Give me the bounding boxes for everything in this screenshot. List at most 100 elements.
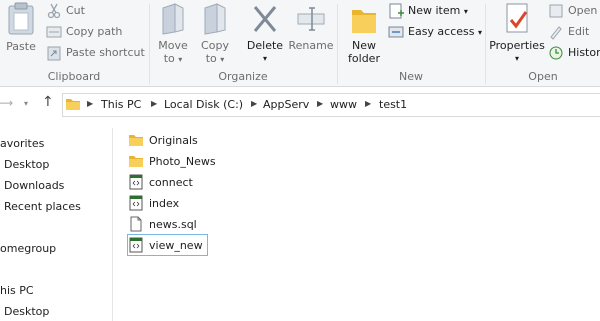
up-arrow-icon[interactable]: ↑: [42, 94, 54, 110]
list-item[interactable]: news.sql: [128, 214, 197, 234]
address-bar-row: ⟶ ▾ ↑ ▶ This PC ▶ Local Disk (C:) ▶ AppS…: [0, 92, 600, 117]
nav-item-homegroup[interactable]: omegroup: [0, 242, 56, 255]
paste-button[interactable]: Paste: [2, 2, 40, 53]
properties-icon: [506, 3, 528, 33]
list-item-selected[interactable]: view_new: [127, 234, 208, 256]
organize-group-label: Organize: [218, 70, 268, 83]
easy-access-icon: [388, 24, 404, 40]
file-name: news.sql: [149, 217, 197, 231]
paste-shortcut-button[interactable]: Paste shortcut: [46, 43, 145, 63]
navigation-pane: avorites Desktop Downloads Recent places…: [0, 128, 113, 321]
list-item[interactable]: index: [128, 193, 179, 213]
paste-shortcut-icon: [46, 45, 62, 61]
breadcrumb-chevron-icon[interactable]: ▶: [251, 99, 257, 108]
recent-locations-chevron-icon[interactable]: ▾: [24, 99, 28, 108]
file-name: Photo_News: [149, 154, 216, 168]
file-name: view_new: [149, 238, 203, 252]
list-item[interactable]: Originals: [128, 130, 198, 150]
new-item-button[interactable]: New item ▾: [388, 1, 468, 21]
organize-group: Move to ▾ Copy to ▾ Delete ▾ Rename Orga…: [150, 0, 336, 86]
folder-icon: [129, 135, 143, 146]
open-label: Open: [568, 4, 598, 17]
breadcrumb-appserv[interactable]: AppServ: [263, 98, 309, 111]
nav-item-desktop[interactable]: Desktop: [4, 158, 49, 171]
cut-button[interactable]: Cut: [46, 1, 85, 21]
breadcrumb-test1[interactable]: test1: [379, 98, 407, 111]
list-item[interactable]: connect: [128, 172, 193, 192]
php-file-icon: [129, 195, 143, 211]
new-folder-label: New: [352, 39, 376, 52]
scissors-icon: [46, 3, 62, 19]
breadcrumb-www[interactable]: www: [330, 98, 357, 111]
file-name: Originals: [149, 133, 198, 147]
clipboard-group-label: Clipboard: [47, 70, 101, 83]
list-item[interactable]: Photo_News: [128, 151, 216, 171]
edit-icon: [548, 24, 564, 40]
new-item-icon: [388, 3, 404, 19]
chevron-down-icon: ▾: [178, 55, 183, 64]
copy-to-label: Copy: [201, 39, 229, 52]
file-name: connect: [149, 175, 193, 189]
history-button[interactable]: History: [548, 43, 600, 63]
easy-access-button[interactable]: Easy access ▾: [388, 22, 482, 42]
rename-label: Rename: [288, 39, 334, 52]
nav-item-favorites[interactable]: avorites: [0, 137, 44, 150]
nav-item-this-pc-desktop[interactable]: Desktop: [4, 305, 49, 318]
delete-button[interactable]: Delete ▾: [244, 2, 286, 65]
copy-path-button[interactable]: Copy path: [46, 22, 122, 42]
move-to-icon: [162, 3, 184, 35]
rename-button[interactable]: Rename: [288, 2, 334, 52]
chevron-down-icon: ▾: [220, 55, 225, 64]
history-icon: [548, 45, 564, 61]
open-group-label: Open: [528, 70, 558, 83]
nav-item-this-pc[interactable]: his PC: [0, 284, 34, 297]
breadcrumb-chevron-icon[interactable]: ▶: [151, 99, 157, 108]
edit-label: Edit: [568, 25, 590, 38]
copy-path-label: Copy path: [66, 25, 123, 38]
breadcrumb-chevron-icon[interactable]: ▶: [87, 99, 93, 108]
php-file-icon: [129, 237, 143, 253]
nav-item-downloads[interactable]: Downloads: [4, 179, 64, 192]
breadcrumb-chevron-icon[interactable]: ▶: [317, 99, 323, 108]
folder-icon: [66, 99, 80, 110]
delete-label: Delete: [246, 39, 284, 52]
clipboard-group: Paste Cut Copy path Paste shortcut Clipb…: [0, 0, 148, 86]
properties-label: Properties: [489, 39, 545, 52]
open-button[interactable]: Open: [548, 1, 597, 21]
edit-button[interactable]: Edit: [548, 22, 589, 42]
easy-access-label: Easy access: [408, 25, 475, 38]
blank-file-icon: [130, 216, 142, 232]
new-group-label: New: [399, 70, 423, 83]
address-breadcrumb[interactable]: ▶ This PC ▶ Local Disk (C:) ▶ AppServ ▶ …: [62, 93, 600, 117]
delete-x-icon: [253, 6, 277, 32]
breadcrumb-this-pc[interactable]: This PC: [101, 98, 141, 111]
history-label: History: [568, 46, 600, 59]
file-name: index: [149, 196, 180, 210]
chevron-down-icon: ▾: [262, 54, 267, 63]
properties-button[interactable]: Properties ▾: [488, 2, 546, 65]
nav-item-recent-places[interactable]: Recent places: [4, 200, 81, 213]
move-to-button[interactable]: Move to ▾: [154, 2, 192, 66]
move-to-label-2: to: [163, 52, 175, 65]
clipboard-icon: [8, 2, 34, 35]
open-group: Properties ▾ Open Edit History Open: [486, 0, 600, 86]
copy-to-icon: [204, 3, 226, 35]
paste-label: Paste: [6, 40, 36, 53]
rename-icon: [297, 7, 325, 31]
folder-icon: [129, 156, 143, 167]
cut-label: Cut: [66, 4, 85, 17]
copy-to-button[interactable]: Copy to ▾: [196, 2, 234, 66]
new-item-label: New item: [408, 4, 461, 17]
new-group: New folder New item ▾ Easy access ▾ New: [338, 0, 484, 86]
move-to-label: Move: [158, 39, 188, 52]
new-folder-label-2: folder: [348, 52, 380, 65]
breadcrumb-chevron-icon[interactable]: ▶: [365, 99, 371, 108]
forward-arrow-icon[interactable]: ⟶: [0, 96, 13, 110]
new-folder-button[interactable]: New folder: [344, 2, 384, 65]
open-icon: [548, 3, 564, 19]
php-file-icon: [129, 174, 143, 190]
new-folder-icon: [352, 10, 376, 33]
chevron-down-icon: ▾: [478, 28, 483, 37]
breadcrumb-local-disk[interactable]: Local Disk (C:): [164, 98, 243, 111]
paste-shortcut-label: Paste shortcut: [66, 46, 145, 59]
